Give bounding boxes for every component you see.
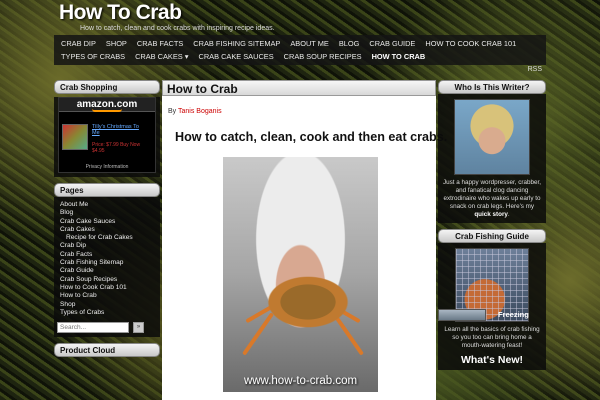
site-header: How To Crab How to catch, clean and cook…	[54, 0, 546, 34]
crab-guide-panel: Learn all the basics of crab fishing so …	[438, 243, 546, 370]
writer-bio-text: Just a happy wordpresser, crabber, and f…	[442, 179, 541, 210]
post-headline: How to catch, clean, cook and then eat c…	[175, 130, 448, 144]
author-link[interactable]: Tanis Boganis	[178, 108, 222, 115]
nav-item[interactable]: CRAB FISHING SITEMAP	[188, 37, 285, 50]
amazon-privacy-link[interactable]: Privacy Information	[59, 164, 155, 170]
crab-guide-title: Crab Fishing Guide	[438, 229, 546, 243]
nav-item[interactable]: HOW TO CRAB	[367, 50, 431, 63]
post-byline: By Tanis Boganis	[168, 108, 222, 115]
left-sidebar: Crab Shopping amazon.com Tilly's Christm…	[54, 80, 160, 358]
rss-link[interactable]: RSS	[528, 66, 542, 73]
right-sidebar: Who Is This Writer? Just a happy wordpre…	[438, 80, 546, 370]
nav-item[interactable]: SHOP	[101, 37, 132, 50]
product-cloud-title: Product Cloud	[54, 343, 160, 358]
amazon-logo-text: amazon.com	[76, 99, 138, 110]
main-nav: CRAB DIP SHOP CRAB FACTS CRAB FISHING SITEM…	[54, 35, 546, 65]
amazon-logo[interactable]: amazon.com	[59, 98, 155, 112]
page-link[interactable]: Types of Crabs	[60, 309, 160, 317]
new-post-label[interactable]: Freezing	[498, 310, 529, 319]
page-link[interactable]: Crab Cakes	[60, 226, 160, 234]
amazon-product-image[interactable]	[62, 124, 88, 150]
page-link[interactable]: Recipe for Crab Cakes	[60, 234, 160, 242]
amazon-widget[interactable]: amazon.com Tilly's Christmas To Me Price…	[58, 97, 156, 173]
byline-prefix: By	[168, 108, 177, 115]
amazon-product-link[interactable]: Tilly's Christmas To Me	[92, 124, 147, 136]
page-link[interactable]: Crab Facts	[60, 251, 160, 259]
whats-new-title: What's New!	[460, 354, 523, 366]
nav-item[interactable]: TYPES OF CRABS	[56, 50, 130, 63]
writer-bio: Just a happy wordpresser, crabber, and f…	[442, 179, 541, 218]
page-link[interactable]: About Me	[60, 201, 160, 209]
page-link[interactable]: How to Cook Crab 101	[60, 284, 160, 292]
nav-list: CRAB DIP SHOP CRAB FACTS CRAB FISHING SITEM…	[54, 35, 546, 63]
page-wrapper: How To Crab How to catch, clean and cook…	[54, 0, 546, 400]
post-title[interactable]: How to Crab	[162, 80, 436, 96]
photo-watermark: www.how-to-crab.com	[243, 375, 358, 387]
amazon-product-price: Price: $7.99 Buy Now $4.95	[92, 142, 141, 154]
main-content: How to Crab By Tanis Boganis How to catc…	[162, 80, 447, 400]
writer-panel: Just a happy wordpresser, crabber, and f…	[438, 94, 546, 223]
page-link[interactable]: Shop	[60, 301, 160, 309]
page-link[interactable]: Blog	[60, 209, 160, 217]
nav-item[interactable]: CRAB SOUP RECIPES	[279, 50, 367, 63]
nav-item[interactable]: CRAB CAKES ▾	[130, 50, 193, 63]
writer-avatar[interactable]	[454, 99, 530, 175]
site-tagline: How to catch, clean and cook crabs with …	[80, 25, 275, 32]
search-input[interactable]	[57, 322, 129, 334]
pages-list: About Me Blog Crab Cake Sauces Crab Cakes Re…	[54, 197, 160, 321]
nav-item[interactable]: CRAB DIP	[56, 37, 101, 50]
new-post-thumbnail[interactable]	[438, 309, 486, 321]
page-link[interactable]: Crab Dip	[60, 242, 160, 250]
nav-item[interactable]: BLOG	[334, 37, 365, 50]
page-link[interactable]: Crab Soup Recipes	[60, 276, 160, 284]
crab-shopping-title: Crab Shopping	[54, 80, 160, 94]
nav-item[interactable]: CRAB GUIDE	[364, 37, 420, 50]
search-form: »	[54, 320, 160, 338]
page-link[interactable]: Crab Guide	[60, 267, 160, 275]
crab-shopping-panel: amazon.com Tilly's Christmas To Me Price…	[54, 97, 160, 177]
pages-title: Pages	[54, 183, 160, 197]
page-link[interactable]: How to Crab	[60, 292, 160, 300]
nav-item[interactable]: CRAB CAKE SAUCES	[193, 50, 278, 63]
page-link[interactable]: Crab Cake Sauces	[60, 218, 160, 226]
crab-shape	[253, 267, 363, 337]
crab-guide-text: Learn all the basics of crab fishing so …	[444, 326, 540, 349]
site-title[interactable]: How To Crab	[59, 1, 182, 25]
page-link[interactable]: Crab Fishing Sitemap	[60, 259, 160, 267]
writer-title: Who Is This Writer?	[438, 80, 546, 94]
nav-item[interactable]: HOW TO COOK CRAB 101	[420, 37, 521, 50]
nav-item[interactable]: CRAB FACTS	[132, 37, 188, 50]
quick-story-link[interactable]: quick story	[474, 211, 508, 218]
post-photo: www.how-to-crab.com	[223, 157, 378, 392]
nav-item[interactable]: ABOUT ME	[285, 37, 333, 50]
search-button[interactable]: »	[133, 322, 144, 334]
